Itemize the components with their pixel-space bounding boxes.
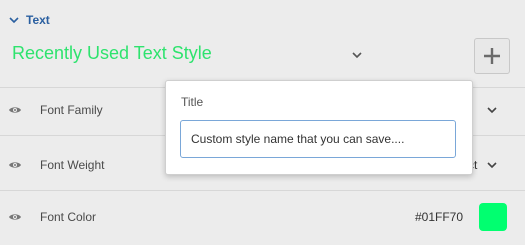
color-swatch[interactable]	[479, 203, 507, 231]
chevron-down-icon	[9, 17, 19, 24]
text-section-header[interactable]: Text	[8, 10, 50, 30]
popover-title: Title	[181, 95, 204, 109]
style-name-input[interactable]	[180, 120, 456, 158]
add-text-style-button[interactable]	[474, 38, 510, 74]
eye-icon[interactable]	[8, 105, 22, 115]
font-color-hex[interactable]: #01FF70	[415, 210, 463, 224]
save-style-popover: Title	[165, 80, 473, 175]
font-color-label: Font Color	[40, 210, 97, 224]
divider	[0, 190, 525, 191]
eye-icon[interactable]	[8, 212, 22, 222]
chevron-down-icon[interactable]	[486, 159, 498, 171]
font-color-row: Font Color #01FF70	[0, 197, 525, 237]
font-weight-label: Font Weight	[40, 158, 105, 172]
recent-text-style-dropdown[interactable]: Recently Used Text Style	[12, 43, 212, 64]
section-title: Text	[26, 13, 50, 27]
chevron-down-icon[interactable]	[486, 104, 498, 116]
plus-icon	[484, 48, 500, 64]
font-family-label: Font Family	[40, 103, 103, 117]
eye-icon[interactable]	[8, 160, 22, 170]
chevron-down-icon[interactable]	[350, 48, 364, 62]
